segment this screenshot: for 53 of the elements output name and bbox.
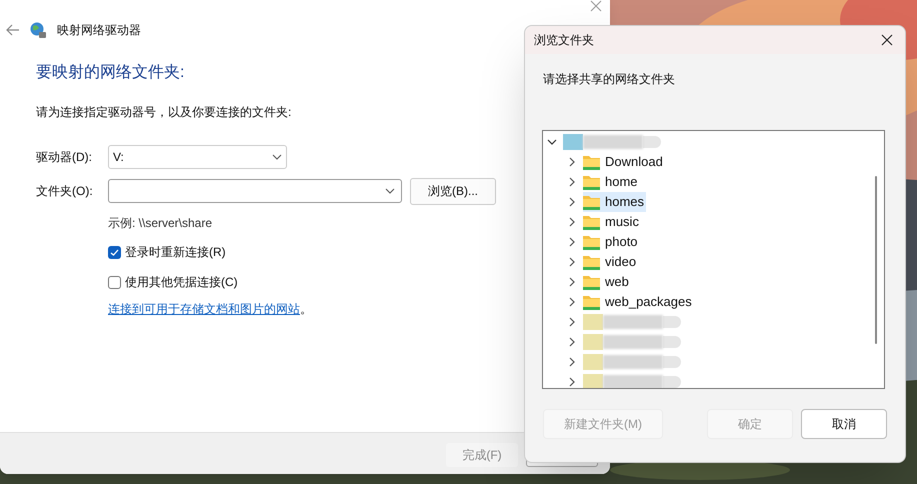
drive-dropdown[interactable]: V: <box>108 145 287 169</box>
chevron-right-icon[interactable] <box>567 217 577 227</box>
chevron-down-icon <box>272 154 282 160</box>
tree-item[interactable]: homes <box>583 192 646 212</box>
chevron-right-icon[interactable] <box>567 297 577 307</box>
checkbox[interactable] <box>108 246 121 258</box>
checkbox[interactable] <box>108 276 121 288</box>
chevron-right-icon[interactable] <box>567 377 577 387</box>
network-drive-icon <box>30 22 47 38</box>
folder-label: 文件夹(O): <box>36 183 94 200</box>
folder-icon <box>583 214 600 230</box>
chevron-down-icon <box>385 188 395 194</box>
link-suffix: 。 <box>300 301 312 318</box>
tree-item[interactable]: video <box>583 252 638 272</box>
website-link[interactable]: 连接到可用于存储文档和图片的网站 <box>108 300 300 318</box>
folder-icon <box>583 234 600 250</box>
dialog-title: 浏览文件夹 <box>534 32 594 49</box>
checkbox-label[interactable]: 登录时重新连接(R) <box>125 243 226 261</box>
chevron-right-icon[interactable] <box>567 257 577 267</box>
folder-combo-field[interactable] <box>108 179 402 203</box>
chevron-right-icon[interactable] <box>567 337 577 347</box>
browse-button[interactable]: 浏览(B)... <box>410 178 496 204</box>
chevron-right-icon[interactable] <box>567 157 577 167</box>
tree-item[interactable]: music <box>583 212 641 232</box>
chevron-right-icon[interactable] <box>567 177 577 187</box>
folder-icon <box>583 174 600 190</box>
chevron-down-icon[interactable] <box>547 137 557 147</box>
instruction-text: 请为连接指定驱动器号，以及你要连接的文件夹: <box>36 104 292 121</box>
prompt-text: 请选择共享的网络文件夹 <box>543 71 675 88</box>
tree-item[interactable]: web_packages <box>583 292 694 312</box>
folder-icon <box>583 294 600 310</box>
chevron-right-icon[interactable] <box>567 197 577 207</box>
back-arrow-icon[interactable] <box>6 24 20 36</box>
window-title: 映射网络驱动器 <box>57 22 141 39</box>
scrollbar[interactable] <box>875 176 877 344</box>
tree-item[interactable]: photo <box>583 232 640 252</box>
chevron-right-icon[interactable] <box>567 357 577 367</box>
chevron-right-icon[interactable] <box>567 317 577 327</box>
heading: 要映射的网络文件夹: <box>36 62 184 83</box>
folder-icon <box>583 194 600 210</box>
folder-icon <box>583 254 600 270</box>
chevron-right-icon[interactable] <box>567 237 577 247</box>
chevron-right-icon[interactable] <box>567 277 577 287</box>
drive-label: 驱动器(D): <box>36 149 93 166</box>
tree-item[interactable]: home <box>583 172 640 192</box>
tree-item[interactable]: web <box>583 272 631 292</box>
folder-icon <box>583 154 600 170</box>
checkbox-label[interactable]: 使用其他凭据连接(C) <box>125 273 238 291</box>
tree-item[interactable]: Download <box>583 152 665 172</box>
folder-icon <box>583 274 600 290</box>
example-text: 示例: \\server\share <box>108 215 212 232</box>
cancel-button[interactable]: 取消 <box>801 409 887 439</box>
close-icon[interactable] <box>881 34 893 46</box>
